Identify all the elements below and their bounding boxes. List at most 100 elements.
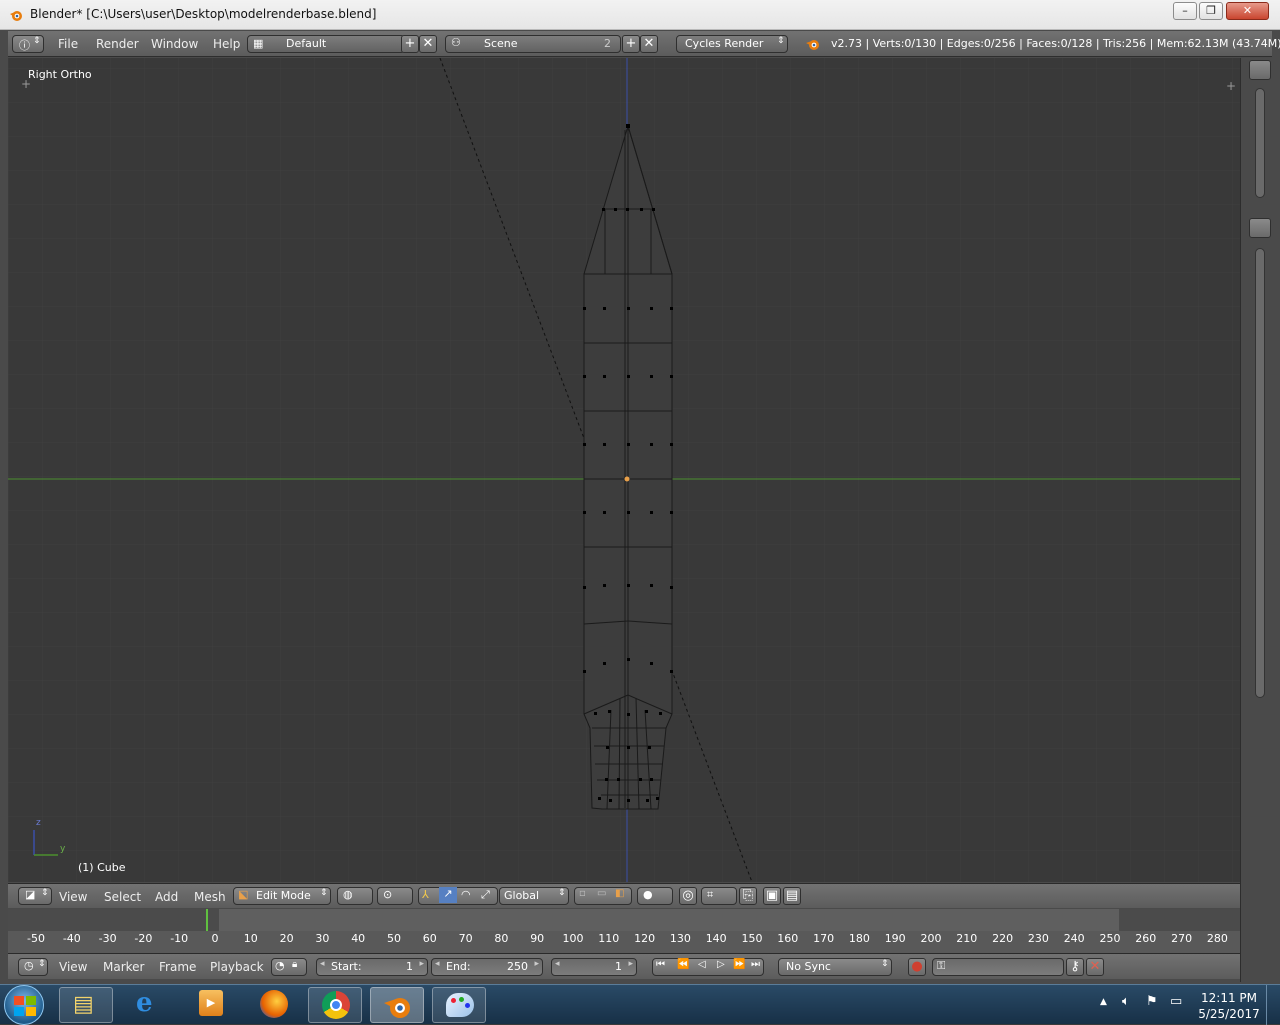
volume-icon[interactable]: 🔈︎ — [1122, 994, 1130, 1009]
blender-logo-icon — [806, 40, 819, 50]
insert-keyframe-button[interactable]: ⚷ — [1066, 958, 1084, 976]
menu-window[interactable]: Window — [151, 37, 198, 51]
menu-mesh[interactable]: Mesh — [194, 890, 226, 904]
delete-layout-button[interactable]: ✕ — [419, 35, 437, 53]
timeline-tick-label: 170 — [813, 932, 835, 945]
decrement-arrow-icon: ◂ — [555, 959, 560, 969]
taskbar-chrome[interactable] — [308, 987, 362, 1023]
x-icon: ✕ — [422, 36, 434, 51]
screen-layout-selector[interactable]: ▦ Default — [247, 35, 405, 53]
scale-icon: ⤢ — [481, 888, 490, 901]
taskbar-internet-explorer[interactable]: e — [122, 987, 176, 1023]
pivot-point-selector[interactable]: ⊙ — [377, 887, 413, 905]
properties-editor-button[interactable] — [1249, 218, 1271, 238]
viewport-shading-selector[interactable]: ◍ — [337, 887, 373, 905]
timeline-track[interactable] — [8, 909, 1240, 931]
editor-type-button[interactable]: ◪ ⇕ — [18, 887, 52, 905]
x-icon: ✕ — [643, 36, 655, 51]
transform-orientation-selector[interactable]: Global ⇕ — [499, 887, 569, 905]
timeline-tick-label: -30 — [98, 932, 117, 945]
editor-type-button[interactable]: ◷ ⇕ — [18, 958, 48, 976]
select-mode-buttons[interactable]: ▫ ▭ ◧ — [574, 887, 632, 905]
copy-button[interactable]: ⎘ — [739, 887, 757, 905]
taskbar-media-player[interactable]: ▶ — [184, 987, 238, 1023]
3d-viewport[interactable]: + + z y Right Ortho (1) Cube — [8, 58, 1240, 882]
delete-scene-button[interactable]: ✕ — [640, 35, 658, 53]
render-engine-selector[interactable]: Cycles Render ⇕ — [676, 35, 788, 53]
menu-view[interactable]: View — [59, 960, 87, 974]
plus-icon: + — [404, 36, 416, 51]
properties-scrollbar[interactable] — [1255, 248, 1265, 698]
delete-keyframe-button[interactable]: ✕ — [1086, 958, 1104, 976]
keying-set-field[interactable]: ⚿ — [932, 958, 1064, 976]
snap-selector[interactable]: ⌗ — [701, 887, 737, 905]
timeline-tick-label: 270 — [1171, 932, 1193, 945]
system-clock[interactable]: 12:11 PM 5/25/2017 — [1198, 990, 1260, 1022]
editor-type-button[interactable]: ⓘ ⇕ — [12, 35, 44, 53]
scene-selector[interactable]: ⚇ Scene 2 — [445, 35, 621, 53]
show-hidden-icons-button[interactable]: ▲ — [1100, 997, 1107, 1007]
taskbar-paint[interactable] — [432, 987, 486, 1023]
menu-view[interactable]: View — [59, 890, 87, 904]
network-icon[interactable]: ▭ — [1170, 994, 1182, 1009]
taskbar-firefox[interactable] — [246, 987, 300, 1023]
updown-arrow-icon: ⇕ — [320, 888, 328, 898]
timeline-tick-label: 250 — [1099, 932, 1121, 945]
menu-frame[interactable]: Frame — [159, 960, 196, 974]
close-button[interactable]: ✕ — [1226, 2, 1269, 20]
taskbar-blender[interactable] — [370, 987, 424, 1023]
outliner-editor-button[interactable] — [1249, 60, 1271, 80]
info-icon: ⓘ — [19, 39, 30, 52]
proportional-edit-button[interactable]: ◎ — [679, 887, 697, 905]
manipulator-buttons[interactable]: ⅄ ↗ ◠ ⤢ — [418, 887, 498, 905]
taskbar-file-explorer[interactable]: ▤ — [59, 987, 113, 1023]
add-layout-button[interactable]: + — [401, 35, 419, 53]
keying-set-icon: ⚿ — [937, 959, 946, 972]
preview-range-buttons[interactable]: ◔ 🔒︎ — [271, 958, 307, 976]
render-animation-button[interactable]: ▤ — [783, 887, 801, 905]
updown-arrow-icon: ⇕ — [777, 36, 785, 46]
sync-mode-selector[interactable]: No Sync ⇕ — [778, 958, 892, 976]
end-frame-field[interactable]: ◂ End: 250 ▸ — [431, 958, 543, 976]
render-still-button[interactable]: ▣ — [763, 887, 781, 905]
menu-marker[interactable]: Marker — [103, 960, 144, 974]
mode-selector[interactable]: ⬕ Edit Mode ⇕ — [233, 887, 331, 905]
timeline-tick-label: 130 — [669, 932, 691, 945]
action-center-flag-icon[interactable]: ⚑ — [1146, 994, 1158, 1009]
rotate-icon: ◠ — [461, 888, 471, 901]
start-frame-field[interactable]: ◂ Start: 1 ▸ — [316, 958, 428, 976]
menu-help[interactable]: Help — [213, 37, 240, 51]
minimize-button[interactable]: – — [1173, 2, 1197, 20]
menu-select[interactable]: Select — [104, 890, 141, 904]
blender-window: Blender* [C:\Users\user\Desktop\modelren… — [0, 0, 1280, 984]
menu-add[interactable]: Add — [155, 890, 178, 904]
active-object-name: (1) Cube — [78, 861, 126, 874]
layout-icon: ▦ — [253, 37, 264, 50]
window-title: Blender* [C:\Users\user\Desktop\modelren… — [30, 7, 377, 21]
timeline-tick-label: 150 — [741, 932, 763, 945]
maximize-button[interactable]: ❐ — [1199, 2, 1223, 20]
limit-selection-button[interactable]: ● — [637, 887, 673, 905]
current-frame-field[interactable]: ◂ 1 ▸ — [551, 958, 637, 976]
timeline-track-canvas — [8, 909, 1240, 931]
timeline-tick-label: -20 — [134, 932, 153, 945]
timeline-tick-label: 140 — [705, 932, 727, 945]
camera-icon: ▣ — [765, 888, 779, 903]
playback-controls[interactable]: ⏮ ⏪ ◁ ▷ ⏩ ⏭ — [652, 958, 764, 976]
clock-date: 5/25/2017 — [1198, 1007, 1260, 1021]
menu-render[interactable]: Render — [96, 37, 139, 51]
timeline[interactable]: -50 -40 -30 -20 -10 0 10 20 30 40 50 60 70 80 90 100 110… — [8, 909, 1240, 953]
translate-icon: ↗ — [439, 887, 457, 903]
updown-arrow-icon: ⇕ — [558, 888, 566, 898]
auto-keyframe-button[interactable]: ● — [908, 958, 926, 976]
updown-arrow-icon: ⇕ — [38, 959, 46, 969]
menu-file[interactable]: File — [58, 37, 78, 51]
add-scene-button[interactable]: + — [622, 35, 640, 53]
menu-playback[interactable]: Playback — [210, 960, 264, 974]
start-button[interactable] — [4, 985, 44, 1025]
decrement-arrow-icon: ◂ — [320, 959, 325, 969]
timeline-tick-label: 70 — [458, 932, 473, 945]
outliner-scrollbar[interactable] — [1255, 88, 1265, 198]
media-player-icon: ▶ — [199, 990, 223, 1016]
show-desktop-button[interactable] — [1266, 985, 1280, 1025]
